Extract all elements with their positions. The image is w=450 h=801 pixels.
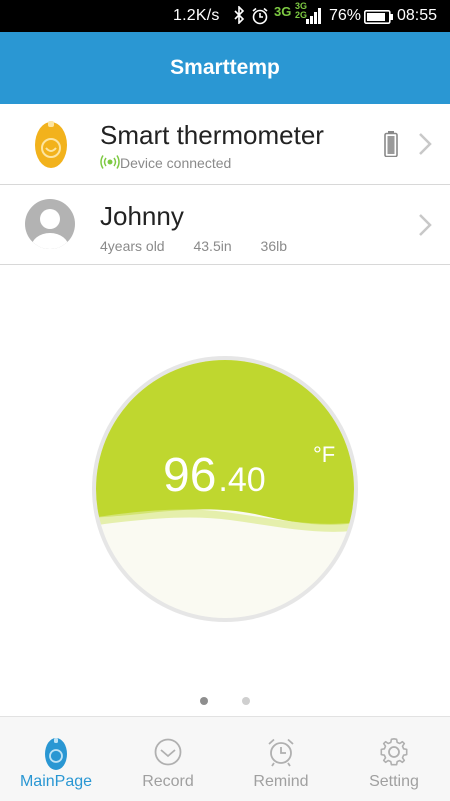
- nav-record[interactable]: Record: [112, 717, 224, 801]
- nav-mainpage[interactable]: MainPage: [0, 717, 112, 801]
- temperature-whole: 96: [163, 449, 217, 502]
- nav-label: Remind: [253, 773, 309, 790]
- nav-label: Record: [142, 773, 194, 790]
- temperature-unit: °F: [313, 442, 336, 467]
- temperature-reading: 96.40: [163, 448, 266, 503]
- status-bar: 1.2K/s 3G 3G 2G 76% 08:55: [0, 0, 450, 32]
- clock-icon: [154, 738, 182, 766]
- profile-age: 4years old: [100, 238, 165, 254]
- nav-remind[interactable]: Remind: [225, 717, 337, 801]
- device-status: Device connected: [120, 155, 232, 171]
- device-row[interactable]: Smart thermometer Device connected: [0, 104, 450, 185]
- profile-height: 43.5in: [193, 238, 232, 254]
- alarm-clock-icon: [268, 738, 294, 767]
- battery-icon: [364, 10, 393, 24]
- wireless-icon: [100, 155, 120, 169]
- temperature-decimal: .40: [218, 461, 266, 499]
- signal-icon: [306, 8, 321, 24]
- profile-row[interactable]: Johnny 4years old 43.5in 36lb: [0, 185, 450, 265]
- thermometer-device-icon: [35, 121, 67, 168]
- clock: 08:55: [397, 7, 438, 24]
- profile-weight: 36lb: [260, 238, 287, 254]
- device-name: Smart thermometer: [100, 120, 324, 150]
- avatar-icon: [25, 199, 75, 249]
- profile-details: 4years old 43.5in 36lb: [100, 238, 312, 254]
- app-title: Smarttemp: [170, 56, 280, 79]
- network-type: 3G: [274, 4, 292, 19]
- profile-name: Johnny: [100, 201, 184, 231]
- chevron-right-icon: [419, 133, 432, 155]
- bottom-nav: MainPage Record Remind Setting: [0, 716, 450, 801]
- page-dot-active[interactable]: [200, 697, 208, 705]
- network-speed: 1.2K/s: [173, 7, 220, 24]
- bluetooth-icon: [234, 6, 245, 24]
- battery-percent: 76%: [329, 7, 362, 24]
- chevron-right-icon: [419, 214, 432, 236]
- page-dot[interactable]: [242, 697, 250, 705]
- device-battery-icon: [384, 131, 398, 157]
- app-header: Smarttemp: [0, 32, 450, 104]
- nav-setting[interactable]: Setting: [338, 717, 450, 801]
- alarm-icon: [252, 7, 268, 25]
- thermometer-icon: [45, 738, 67, 770]
- gear-icon: [380, 738, 408, 766]
- nav-label: MainPage: [19, 773, 93, 790]
- nav-label: Setting: [369, 773, 419, 790]
